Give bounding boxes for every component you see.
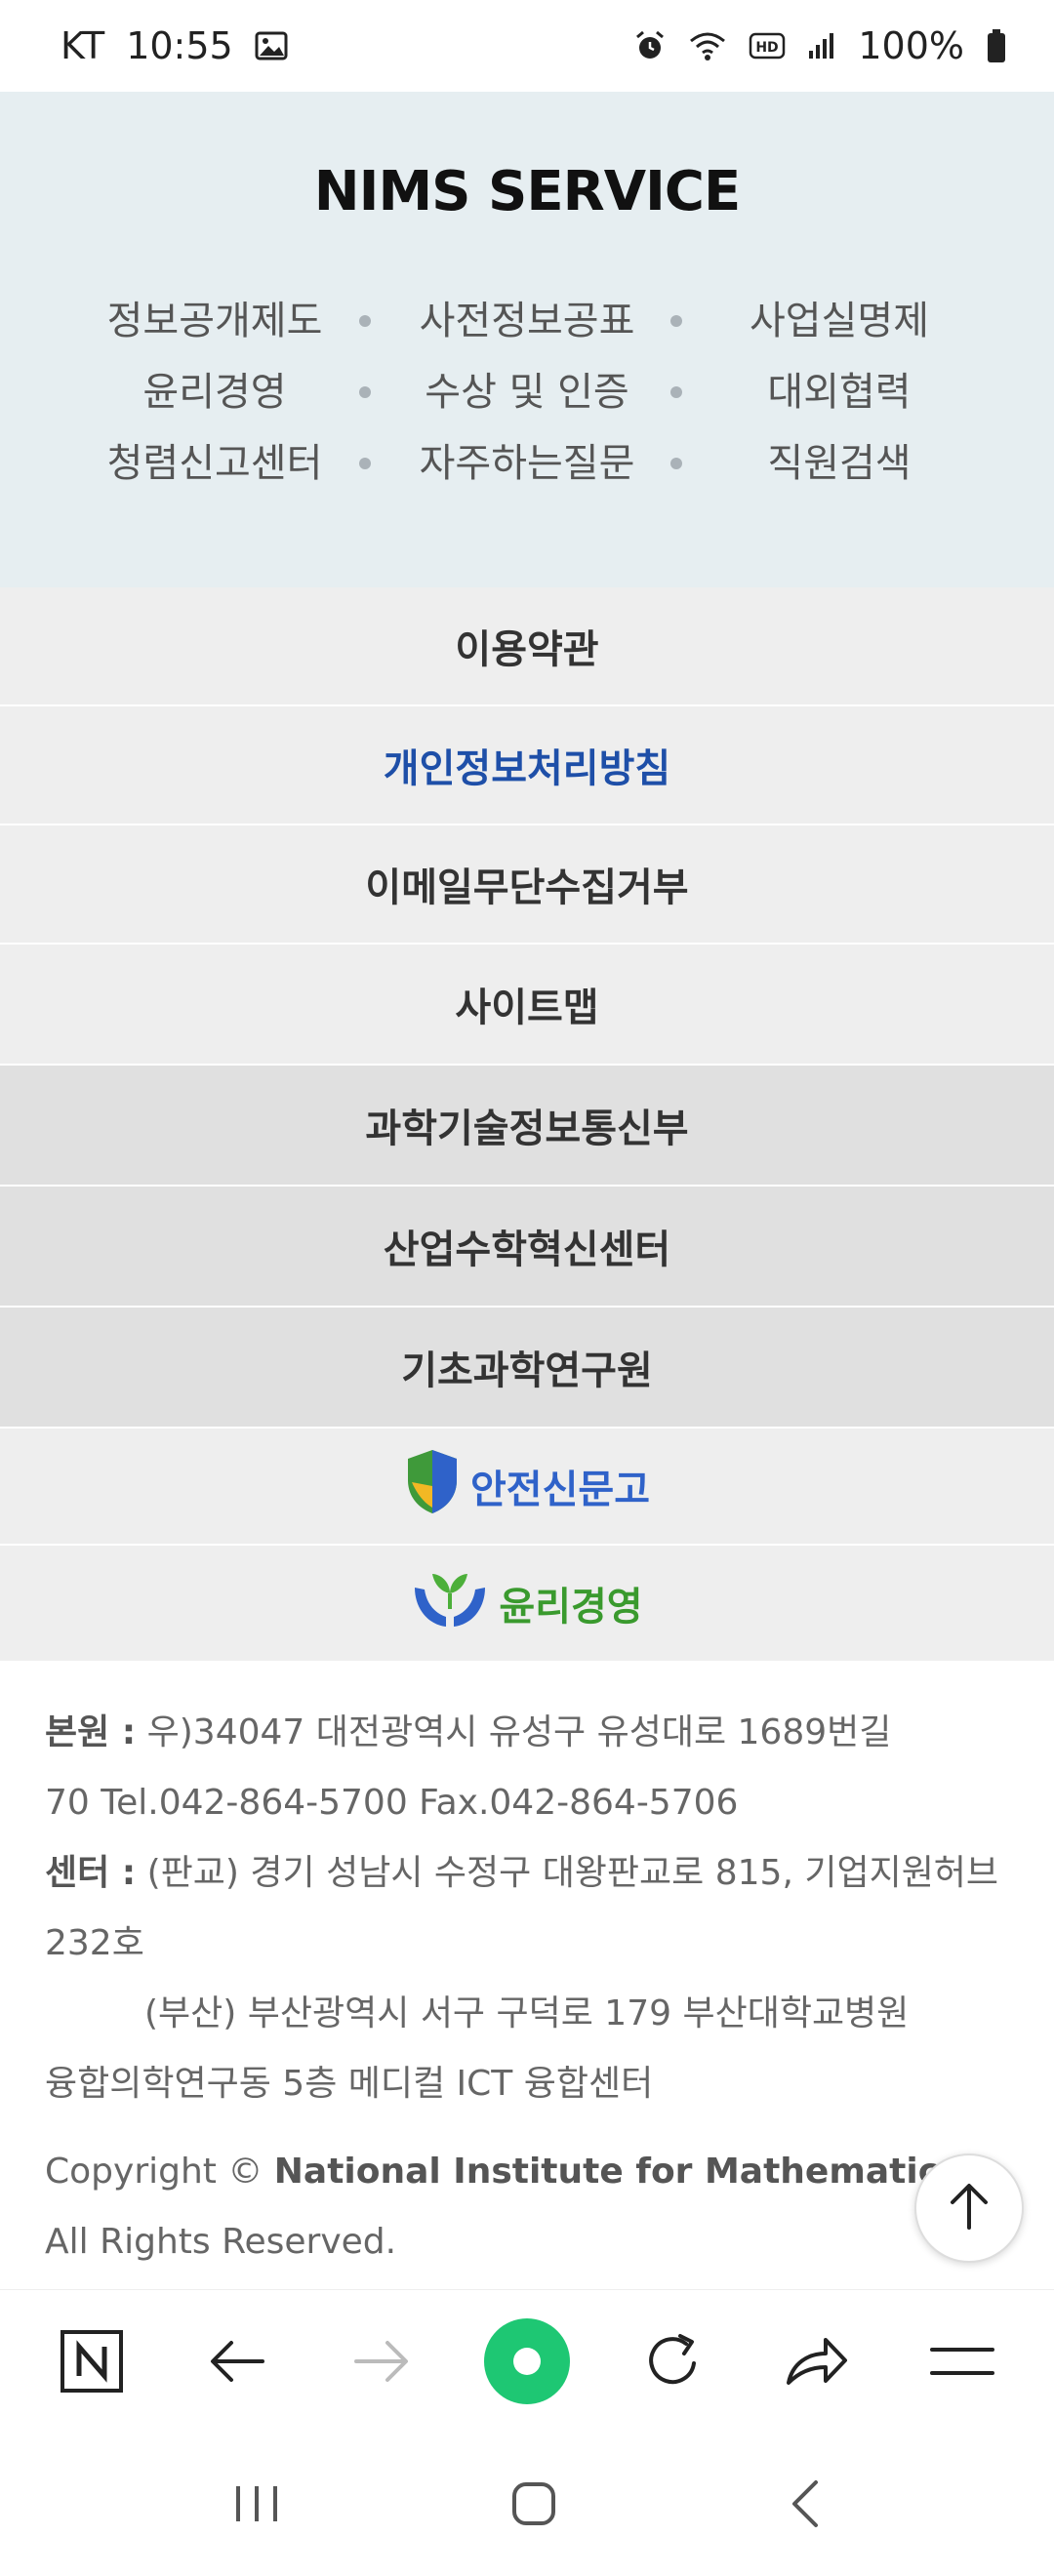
pangyo-address-cont: 232호 [45,1923,144,1963]
battery-icon [986,28,1007,63]
link-label: 사이트맵 [455,986,599,1030]
arrow-up-icon [947,2181,992,2235]
status-bar: KT 10:55 HD 100% [0,0,1054,92]
arrow-left-icon [208,2337,266,2390]
service-link-prior-disclosure[interactable]: 사전정보공표 [371,292,683,350]
separator-dot [359,458,371,469]
link-industrial-math-center[interactable]: 산업수학혁신센터 [0,1187,1054,1308]
forward-button[interactable] [333,2314,430,2412]
signal-icon [807,31,836,60]
safety-report-label: 안전신문고 [470,1468,650,1512]
battery-percent: 100% [858,24,964,67]
hq-contact: 70 Tel.042-864-5700 Fax.042-864-5706 [45,1783,739,1823]
link-label: 과학기술정보통신부 [365,1107,689,1151]
link-privacy-policy[interactable]: 개인정보처리방침 [0,706,1054,825]
copyright: Copyright © National Institute for Mathe… [45,2137,1021,2277]
hq-label: 본원 : [45,1712,137,1752]
clock: 10:55 [126,24,233,67]
gallery-icon [255,31,288,60]
shield-icon [404,1447,461,1525]
service-row: 정보공개제도 사전정보공표 사업실명제 [0,292,1054,350]
nims-service-panel: NIMS SERVICE 정보공개제도 사전정보공표 사업실명제 윤리경영 수상… [0,92,1054,587]
recent-apps-button[interactable] [232,2482,281,2529]
safety-report-banner[interactable]: 안전신문고 [0,1429,1054,1546]
carrier-label: KT [61,24,105,67]
menu-button[interactable] [913,2314,1011,2412]
link-ibs[interactable]: 기초과학연구원 [0,1308,1054,1429]
refresh-button[interactable] [624,2314,721,2412]
link-label: 개인정보처리방침 [383,746,671,791]
separator-dot [670,458,682,469]
separator-dot [359,386,371,398]
link-label: 이메일무단수집거부 [365,865,689,910]
svg-text:HD: HD [756,40,779,56]
link-label: 이용약관 [455,627,599,672]
ethics-label: 윤리경영 [499,1585,643,1630]
service-row: 청렴신고센터 자주하는질문 직원검색 [0,434,1054,493]
service-row: 윤리경영 수상 및 인증 대외협력 [0,363,1054,422]
green-dot-icon [482,2316,572,2410]
ethics-management-banner[interactable]: 윤리경영 [0,1546,1054,1663]
system-navigation-bar [0,2435,1054,2576]
copyright-prefix: Copyright © [45,2152,274,2192]
footer-address: 본원 : 우)34047 대전광역시 유성구 유성대로 1689번길 70 Te… [45,1698,1021,2119]
link-terms-of-use[interactable]: 이용약관 [0,587,1054,706]
rights-reserved: All Rights Reserved. [45,2222,397,2262]
service-link-ethics[interactable]: 윤리경영 [59,363,371,422]
hq-address: 우)34047 대전광역시 유성구 유성대로 1689번길 [146,1712,892,1752]
scroll-to-top-button[interactable] [914,2153,1024,2263]
service-link-faq[interactable]: 자주하는질문 [371,434,683,493]
separator-dot [670,315,682,327]
back-button[interactable] [188,2314,286,2412]
naver-home-button[interactable] [43,2314,141,2412]
service-link-cooperation[interactable]: 대외협력 [683,363,995,422]
copyright-line: Copyright © National Institute for Mathe… [45,2137,982,2207]
share-button[interactable] [768,2314,866,2412]
copyright-org: National Institute for Mathematical Scie… [273,2152,982,2192]
link-msit[interactable]: 과학기술정보통신부 [0,1066,1054,1187]
service-link-staff-search[interactable]: 직원검색 [683,434,995,493]
busan-address-cont: 융합의학연구동 5층 메디컬 ICT 융합센터 [45,2064,654,2104]
separator-dot [359,315,371,327]
hq-address-line: 본원 : 우)34047 대전광역시 유성구 유성대로 1689번길 [45,1698,1021,1768]
link-sitemap[interactable]: 사이트맵 [0,945,1054,1066]
share-icon [785,2334,849,2393]
service-link-awards[interactable]: 수상 및 인증 [371,363,683,422]
services-title: NIMS SERVICE [313,160,742,223]
wifi-icon [688,30,727,61]
system-back-button[interactable] [787,2478,822,2533]
center-label: 센터 : [45,1853,137,1893]
center-address-line: 센터 : (판교) 경기 성남시 수정구 대왕판교로 815, 기업지원허브 [45,1838,1021,1909]
hands-sprout-icon [411,1566,489,1640]
refresh-icon [641,2330,704,2396]
service-link-integrity-report[interactable]: 청렴신고센터 [59,434,371,493]
link-label: 산업수학혁신센터 [383,1228,671,1272]
arrow-right-icon [352,2337,411,2390]
hamburger-menu-icon [929,2342,994,2385]
busan-address: (부산) 부산광역시 서구 구덕로 179 부산대학교병원 [144,1993,910,2033]
link-label: 기초과학연구원 [401,1348,653,1393]
naver-n-icon [60,2329,124,2397]
browser-toolbar [0,2289,1054,2435]
link-email-collection-refusal[interactable]: 이메일무단수집거부 [0,825,1054,945]
service-link-project-real-name[interactable]: 사업실명제 [683,292,995,350]
hd-icon: HD [749,31,786,60]
home-button[interactable] [510,2480,557,2531]
separator-dot [670,386,682,398]
pangyo-address: (판교) 경기 성남시 수정구 대왕판교로 815, 기업지원허브 [146,1853,999,1893]
green-dot-button[interactable] [478,2314,576,2412]
service-link-info-disclosure[interactable]: 정보공개제도 [59,292,371,350]
alarm-icon [633,29,667,62]
